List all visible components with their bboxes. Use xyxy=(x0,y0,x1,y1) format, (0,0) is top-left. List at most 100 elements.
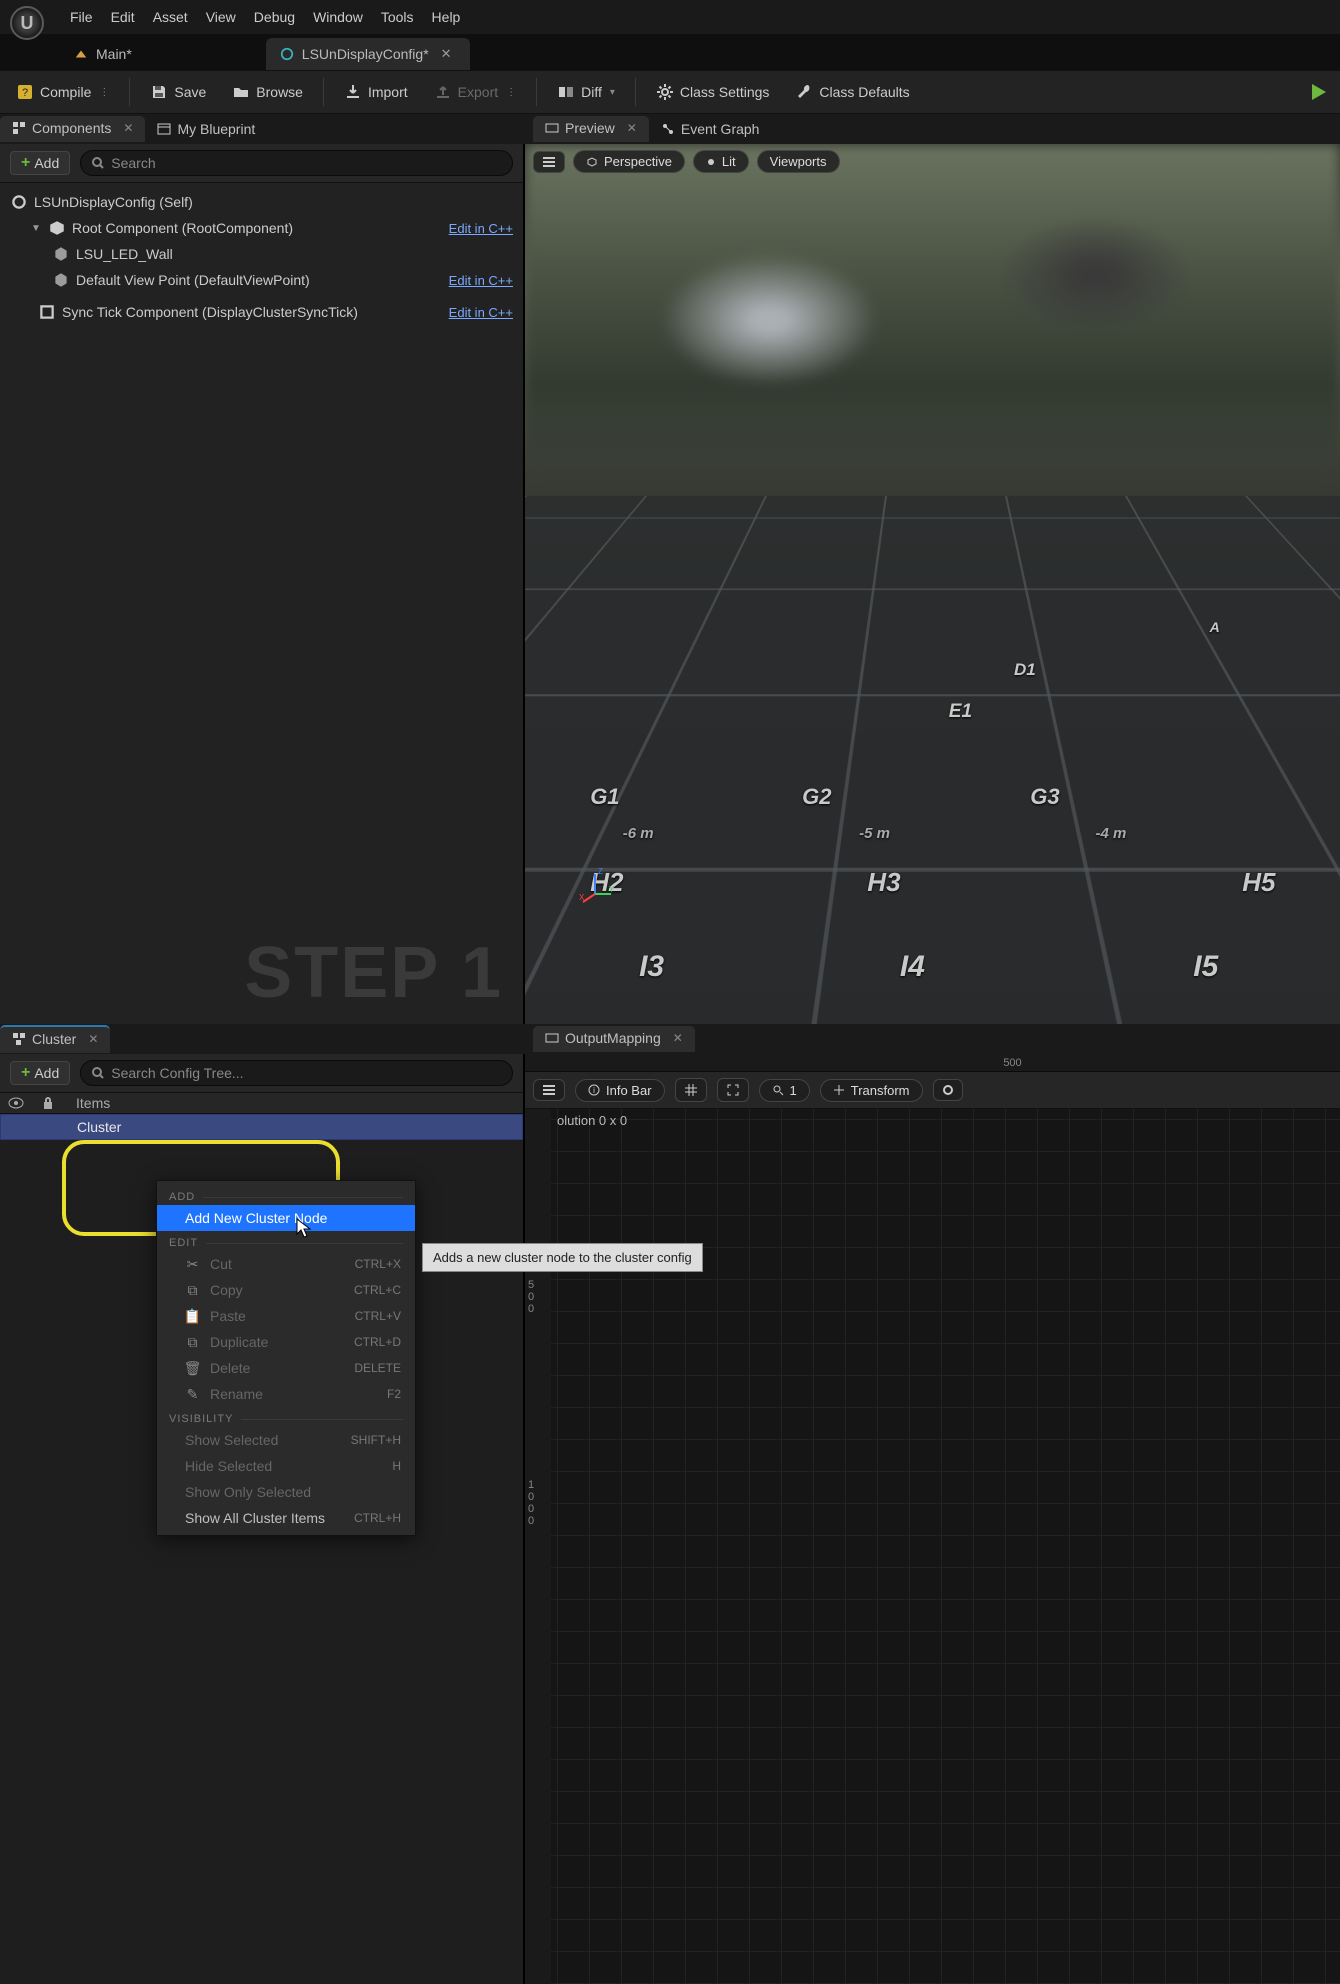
tree-sync[interactable]: Sync Tick Component (DisplayClusterSyncT… xyxy=(2,299,521,325)
cluster-root-item[interactable]: Cluster xyxy=(0,1114,523,1140)
lit-button[interactable]: Lit xyxy=(693,150,749,173)
menu-delete-shortcut: DELETE xyxy=(354,1361,401,1375)
tree-dvp[interactable]: Default View Point (DefaultViewPoint) Ed… xyxy=(2,267,521,293)
step-label: STEP 1 xyxy=(244,932,503,1014)
edit-cpp-link[interactable]: Edit in C++ xyxy=(449,305,513,320)
tab-active[interactable]: LSUnDisplayConfig* ✕ xyxy=(266,38,470,70)
menu-window[interactable]: Window xyxy=(313,9,363,25)
preview-viewport[interactable]: A D1 E1 G1 G2 G3 -6 m -5 m -4 m H2 H3 H5… xyxy=(525,144,1340,1024)
tab-preview[interactable]: Preview ✕ xyxy=(533,116,649,142)
menu-rename[interactable]: ✎ Rename F2 xyxy=(157,1381,415,1407)
add-cluster-button[interactable]: + Add xyxy=(10,1061,70,1085)
close-icon[interactable]: ✕ xyxy=(667,1031,683,1045)
compile-button[interactable]: ? Compile ⋮ xyxy=(10,79,115,105)
browse-icon xyxy=(232,83,250,101)
menu-show-all[interactable]: Show All Cluster Items CTRL+H xyxy=(157,1505,415,1531)
import-button[interactable]: Import xyxy=(338,79,414,105)
eye-icon[interactable] xyxy=(8,1097,24,1109)
menu-delete[interactable]: 🗑 Delete DELETE xyxy=(157,1355,415,1381)
menu-asset[interactable]: Asset xyxy=(153,9,188,25)
search-icon xyxy=(91,156,105,170)
ruler-horizontal: 500 xyxy=(525,1054,1340,1072)
chevron-down-icon[interactable]: ▼ xyxy=(30,223,42,234)
menu-paste[interactable]: 📋 Paste CTRL+V xyxy=(157,1303,415,1329)
separator xyxy=(536,78,537,106)
menu-edit[interactable]: Edit xyxy=(111,9,135,25)
import-label: Import xyxy=(368,84,408,100)
menu-file[interactable]: File xyxy=(70,9,93,25)
gear-icon xyxy=(656,83,674,101)
transform-button[interactable]: Transform xyxy=(820,1079,923,1102)
class-settings-button[interactable]: Class Settings xyxy=(650,79,775,105)
close-icon[interactable]: ✕ xyxy=(621,121,637,135)
menu-show-selected[interactable]: Show Selected SHIFT+H xyxy=(157,1427,415,1453)
compile-dropdown-icon[interactable]: ⋮ xyxy=(97,87,109,98)
menu-add-cluster-node[interactable]: Add New Cluster Node xyxy=(157,1205,415,1231)
ndisplay-icon xyxy=(280,47,294,61)
menu-view[interactable]: View xyxy=(206,9,236,25)
output-icon xyxy=(545,1031,559,1045)
lock-icon[interactable] xyxy=(42,1096,58,1110)
edit-cpp-link[interactable]: Edit in C++ xyxy=(449,221,513,236)
tab-my-blueprint[interactable]: My Blueprint xyxy=(145,116,267,142)
compile-label: Compile xyxy=(40,84,91,100)
menu-duplicate-label: Duplicate xyxy=(210,1334,268,1350)
tree-root[interactable]: ▼ Root Component (RootComponent) Edit in… xyxy=(2,215,521,241)
tab-main[interactable]: Main* xyxy=(60,38,146,70)
browse-button[interactable]: Browse xyxy=(226,79,309,105)
tab-cluster[interactable]: Cluster ✕ xyxy=(0,1025,110,1053)
export-button[interactable]: Export ⋮ xyxy=(428,79,522,105)
tree-dvp-label: Default View Point (DefaultViewPoint) xyxy=(76,272,310,288)
fit-button[interactable] xyxy=(717,1078,749,1102)
menu-tools[interactable]: Tools xyxy=(381,9,414,25)
menu-copy[interactable]: ⧉ Copy CTRL+C xyxy=(157,1277,415,1303)
hamburger-icon xyxy=(542,1084,556,1096)
export-dropdown-icon[interactable]: ⋮ xyxy=(504,87,516,98)
zoom-button[interactable]: 1 xyxy=(759,1079,810,1102)
context-section-visibility: VISIBILITY xyxy=(157,1407,415,1427)
search-input[interactable]: Search xyxy=(80,150,513,176)
tab-event-graph[interactable]: Event Graph xyxy=(649,116,772,142)
class-defaults-button[interactable]: Class Defaults xyxy=(789,79,915,105)
add-component-button[interactable]: + Add xyxy=(10,151,70,175)
extra-button[interactable] xyxy=(933,1079,963,1101)
menu-show-all-shortcut: CTRL+H xyxy=(354,1511,401,1525)
menu-hide-selected[interactable]: Hide Selected H xyxy=(157,1453,415,1479)
menu-cut[interactable]: ✂ Cut CTRL+X xyxy=(157,1251,415,1277)
tree-self[interactable]: LSUnDisplayConfig (Self) xyxy=(2,189,521,215)
viewport-menu-button[interactable] xyxy=(533,151,565,173)
zoom-value: 1 xyxy=(790,1083,797,1098)
cube-icon xyxy=(586,156,598,168)
search-config-input[interactable]: Search Config Tree... xyxy=(80,1060,513,1086)
separator xyxy=(323,78,324,106)
menu-copy-shortcut: CTRL+C xyxy=(354,1283,401,1297)
menu-show-only-selected[interactable]: Show Only Selected xyxy=(157,1479,415,1505)
play-icon[interactable] xyxy=(1306,80,1330,104)
menu-duplicate[interactable]: ⧉ Duplicate CTRL+D xyxy=(157,1329,415,1355)
tab-close-icon[interactable]: ✕ xyxy=(437,46,456,62)
export-icon xyxy=(434,83,452,101)
close-icon[interactable]: ✕ xyxy=(82,1032,98,1046)
menu-bar: U File Edit Asset View Debug Window Tool… xyxy=(0,0,1340,34)
perspective-button[interactable]: Perspective xyxy=(573,150,685,173)
add-label: Add xyxy=(34,1065,59,1081)
viewports-button[interactable]: Viewports xyxy=(757,150,840,173)
menu-paste-label: Paste xyxy=(210,1308,246,1324)
om-menu-button[interactable] xyxy=(533,1079,565,1101)
edit-cpp-link[interactable]: Edit in C++ xyxy=(449,273,513,288)
menu-help[interactable]: Help xyxy=(432,9,461,25)
diff-button[interactable]: Diff ▾ xyxy=(551,79,621,105)
tab-output-mapping[interactable]: OutputMapping ✕ xyxy=(533,1026,695,1052)
info-bar-label: Info Bar xyxy=(606,1083,652,1098)
close-icon[interactable]: ✕ xyxy=(117,121,133,135)
mesh-icon xyxy=(52,245,70,263)
upper-panel-tabs: Components ✕ My Blueprint Preview ✕ Even… xyxy=(0,114,1340,144)
output-mapping-canvas[interactable]: olution 0 x 0 5 0 0 1 0 0 0 xyxy=(525,1109,1340,1984)
diff-icon xyxy=(557,83,575,101)
grid-button[interactable] xyxy=(675,1078,707,1102)
tree-led[interactable]: LSU_LED_Wall xyxy=(2,241,521,267)
save-button[interactable]: Save xyxy=(144,79,212,105)
tab-components[interactable]: Components ✕ xyxy=(0,116,145,142)
info-bar-button[interactable]: i Info Bar xyxy=(575,1079,665,1102)
menu-debug[interactable]: Debug xyxy=(254,9,295,25)
